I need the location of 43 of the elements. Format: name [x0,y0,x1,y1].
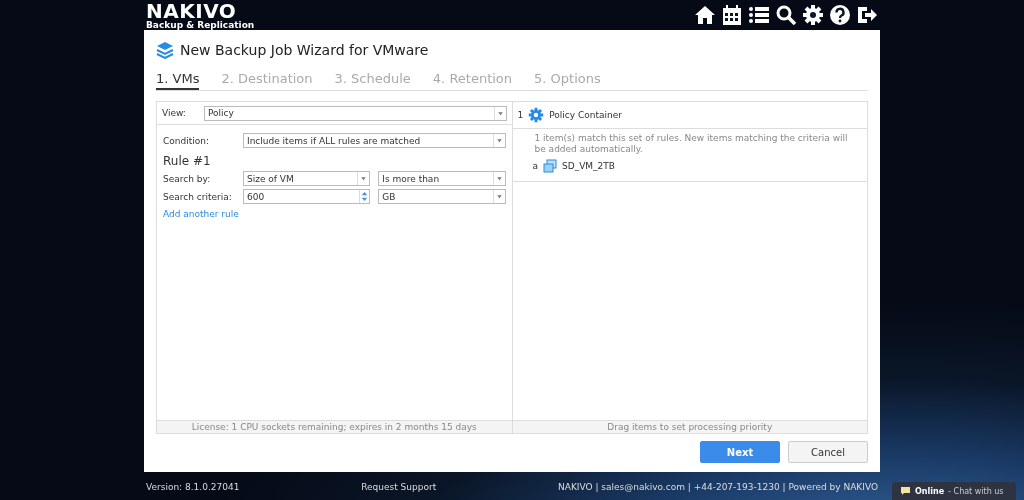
logout-icon[interactable] [856,4,878,26]
calendar-icon[interactable] [721,4,743,26]
match-note: 1 item(s) match this set of rules. New items matching the criteria will be added automatically. [533,132,849,155]
caret-icon [492,134,505,147]
search-by-dropdown[interactable]: Size of VM [243,171,371,186]
list-icon[interactable] [748,4,770,26]
field-label: Condition: [163,135,210,146]
spinner-arrows-icon[interactable] [359,190,370,203]
hint-text: Drag items to set processing priority [512,420,867,433]
gear-icon [528,107,545,123]
support-link[interactable]: Request Support [361,482,437,492]
item-prefix: a [532,161,538,171]
settings-icon[interactable] [802,4,824,26]
number-input-field[interactable]: 600 [243,189,371,204]
condition-dropdown[interactable]: Include items if ALL rules are matched [243,133,506,148]
field-label: Search criteria: [163,191,233,202]
field-label: View: [162,108,187,118]
logo: NAKIVO Backup & Replication [146,0,255,30]
stack-icon [156,41,174,59]
home-icon[interactable] [694,4,716,26]
speech-bubble-icon [900,486,911,496]
caret-icon [492,190,505,203]
field-label: Search by: [163,173,212,184]
wizard-title: New Backup Job Wizard for VMware [180,42,429,58]
vm-name[interactable]: SD_VM_2TB [562,161,615,171]
operator-dropdown[interactable]: Is more than [378,171,506,186]
caret-icon [492,172,505,185]
license-status: License: 1 CPU sockets remaining; expires in 2 months 15 days [157,420,512,433]
caret-icon [493,106,506,120]
contact-text: NAKIVO | sales@nakivo.com | +44-207-193-1230 | Powered by NAKIVO [558,482,878,492]
chat-button[interactable]: Online - Chat with us [892,482,1016,500]
search-icon[interactable] [775,4,797,26]
cancel-button[interactable]: Cancel [788,441,868,463]
help-icon[interactable] [829,4,851,26]
version-text: Version: 8.1.0.27041 [146,482,240,492]
add-rule-link[interactable]: Add another rule [163,209,506,219]
unit-dropdown[interactable]: GB [378,189,506,204]
wizard-tab[interactable]: 1. VMs [156,71,200,90]
vm-icon [543,159,557,173]
row-number: 1 [517,110,524,120]
rule-title: Rule #1 [163,154,212,168]
container-name[interactable]: Policy Container [549,110,622,120]
view-dropdown[interactable]: Policy [204,105,507,121]
